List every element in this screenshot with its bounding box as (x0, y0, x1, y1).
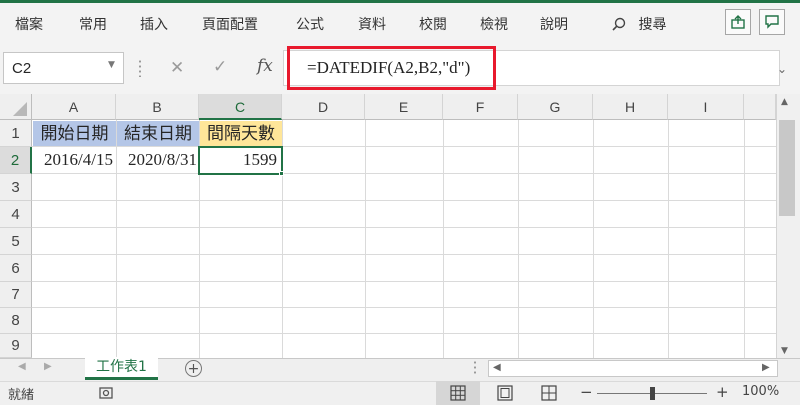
cell-a1[interactable]: 開始日期 (33, 121, 116, 146)
gridline (32, 173, 776, 174)
scroll-right-icon[interactable]: ▶ (762, 362, 770, 373)
gridline (32, 281, 776, 282)
scroll-left-icon[interactable]: ◀ (493, 362, 501, 373)
column-header-i[interactable]: I (668, 94, 744, 120)
gridline (518, 120, 519, 358)
status-mode: 就緒 (8, 388, 35, 403)
row-header-3[interactable]: 3 (0, 174, 32, 201)
gridline (32, 200, 776, 201)
cancel-icon[interactable]: ✕ (170, 58, 184, 78)
gridline (668, 120, 669, 358)
tab-data[interactable]: 資料 (358, 14, 386, 34)
share-button[interactable] (725, 9, 751, 35)
horizontal-scroll-thumb[interactable] (509, 362, 759, 375)
column-header-f[interactable]: F (443, 94, 518, 120)
formula-bar-grip[interactable] (139, 59, 141, 77)
accessibility-icon[interactable] (98, 385, 114, 405)
add-sheet-icon[interactable]: + (185, 360, 202, 377)
gridline (32, 227, 776, 228)
page-break-view-button[interactable] (541, 385, 557, 405)
select-all-triangle-icon (13, 102, 27, 116)
gridline (32, 333, 776, 334)
gridline (365, 120, 366, 358)
cell-b2[interactable]: 2020/8/31 (117, 147, 199, 173)
page-layout-icon (497, 385, 513, 401)
enter-check-icon[interactable]: ✓ (213, 57, 227, 77)
share-icon (731, 15, 745, 29)
row-header-1[interactable]: 1 (0, 120, 32, 147)
search-box[interactable]: 搜尋 (612, 14, 666, 34)
comment-icon (765, 15, 779, 29)
tab-view[interactable]: 檢視 (480, 14, 508, 34)
zoom-in-icon[interactable]: + (716, 383, 729, 401)
scroll-down-icon[interactable]: ▼ (781, 346, 788, 356)
column-header-partial[interactable] (744, 94, 776, 120)
row-header-4[interactable]: 4 (0, 201, 32, 228)
zoom-out-icon[interactable]: − (580, 383, 593, 401)
ribbon-tab-bar: 檔案 常用 插入 頁面配置 公式 資料 校閱 檢視 說明 搜尋 (0, 0, 800, 44)
grid-view-icon (450, 385, 466, 401)
select-all-corner[interactable] (0, 94, 32, 120)
expand-formula-bar-icon[interactable]: ⌄ (777, 62, 787, 76)
vertical-scroll-thumb[interactable] (779, 120, 795, 216)
tab-help[interactable]: 說明 (540, 14, 568, 34)
formula-highlight-box (287, 46, 496, 90)
column-header-e[interactable]: E (365, 94, 443, 120)
tab-insert[interactable]: 插入 (140, 14, 168, 34)
tab-file[interactable]: 檔案 (15, 14, 43, 34)
tab-split-grip[interactable] (474, 360, 476, 376)
tab-formulas[interactable]: 公式 (296, 14, 324, 34)
scroll-up-icon[interactable]: ▲ (781, 97, 788, 107)
tab-review[interactable]: 校閱 (419, 14, 447, 34)
row-header-8[interactable]: 8 (0, 308, 32, 334)
page-break-icon (541, 385, 557, 401)
cell-a2[interactable]: 2016/4/15 (33, 147, 115, 173)
gridline (744, 120, 745, 358)
name-box[interactable]: C2 (3, 52, 124, 84)
row-header-6[interactable]: 6 (0, 255, 32, 282)
search-label: 搜尋 (638, 17, 667, 33)
sheet-tab-1[interactable]: 工作表1 (85, 357, 158, 380)
column-header-h[interactable]: H (593, 94, 668, 120)
gridline (443, 120, 444, 358)
column-header-g[interactable]: G (518, 94, 593, 120)
column-header-d[interactable]: D (282, 94, 365, 120)
fill-handle[interactable] (279, 171, 284, 176)
chevron-down-icon[interactable]: ▼ (108, 60, 115, 70)
search-icon (612, 17, 626, 31)
row-header-9[interactable]: 9 (0, 334, 32, 358)
tab-home[interactable]: 常用 (79, 14, 107, 34)
zoom-level[interactable]: 100% (742, 384, 779, 399)
column-header-c[interactable]: C (199, 94, 282, 120)
sheet-prev-icon[interactable]: ◀ (18, 361, 26, 372)
comments-button[interactable] (759, 9, 785, 35)
gridline (593, 120, 594, 358)
cell-c1[interactable]: 間隔天數 (200, 121, 282, 146)
sheet-next-icon[interactable]: ▶ (44, 361, 52, 372)
row-header-5[interactable]: 5 (0, 228, 32, 255)
zoom-slider-thumb[interactable] (650, 387, 655, 400)
gridline (32, 307, 776, 308)
row-header-2[interactable]: 2 (0, 147, 32, 174)
cell-c2[interactable]: 1599 (200, 147, 281, 173)
gridline (282, 120, 283, 358)
insert-function-icon[interactable]: fx (257, 56, 273, 76)
column-header-b[interactable]: B (116, 94, 199, 120)
tab-page-layout[interactable]: 頁面配置 (202, 14, 258, 34)
cell-b1[interactable]: 結束日期 (117, 121, 199, 146)
gridline (32, 254, 776, 255)
normal-view-button[interactable] (436, 381, 480, 405)
column-header-a[interactable]: A (32, 94, 116, 120)
page-layout-view-button[interactable] (497, 385, 513, 405)
row-header-7[interactable]: 7 (0, 282, 32, 308)
